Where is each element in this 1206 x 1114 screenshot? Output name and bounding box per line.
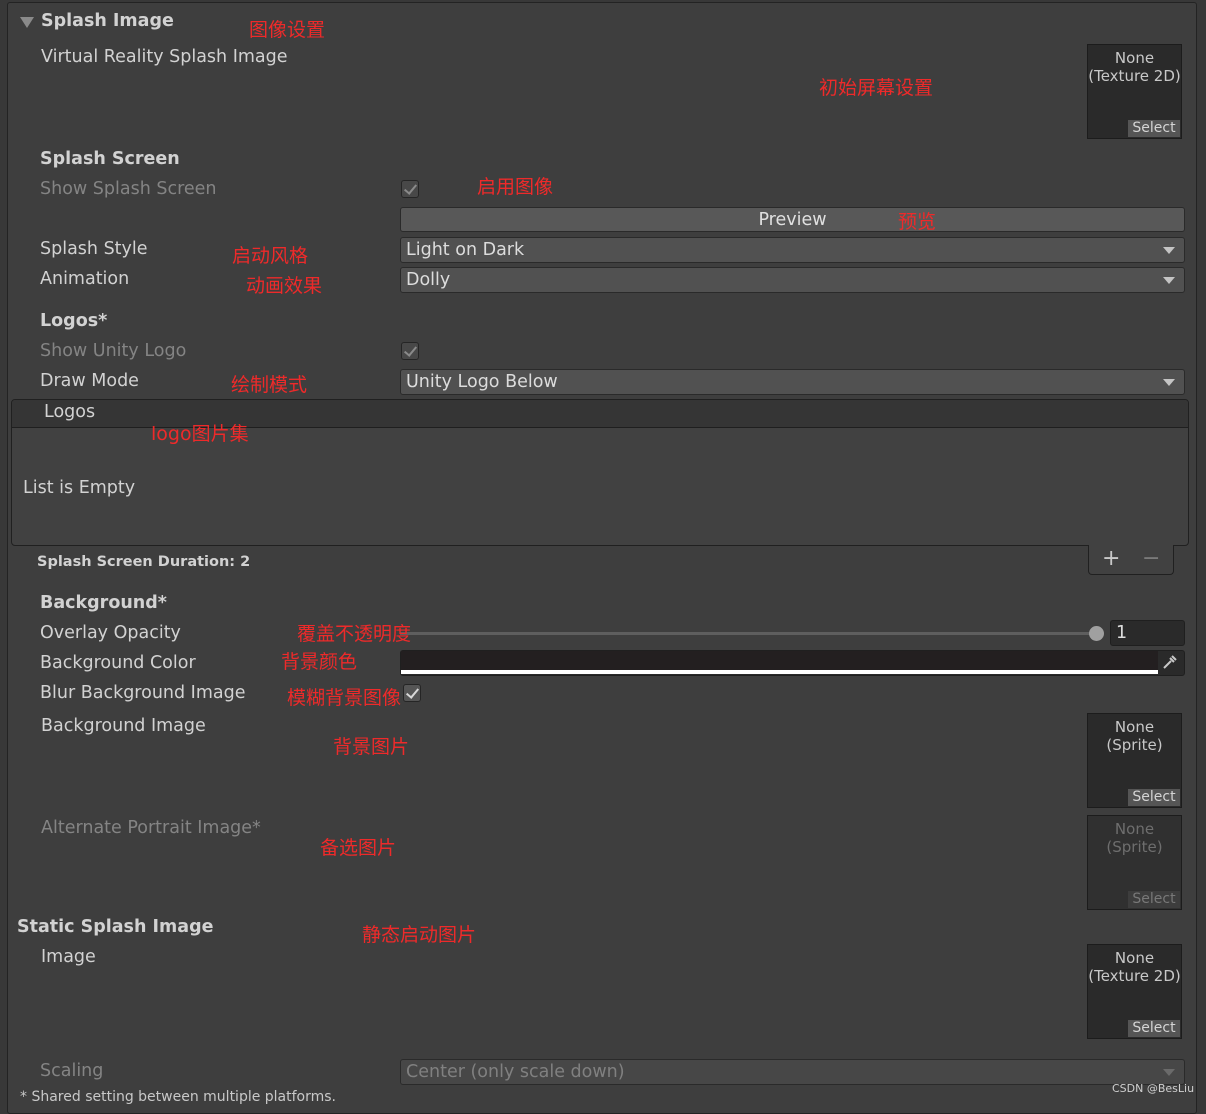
bg-image-select-button[interactable]: Select [1128, 789, 1180, 806]
alpha-bar [401, 670, 1158, 674]
annotation-bg-color: 背景颜色 [281, 651, 358, 673]
static-image-type: (Texture 2D) [1088, 967, 1181, 985]
portrait-select-button[interactable]: Select [1128, 891, 1180, 908]
annotation-bg-image: 背景图片 [333, 736, 410, 758]
annotation-overlay: 覆盖不透明度 [297, 623, 412, 645]
overlay-opacity-slider-thumb[interactable] [1088, 626, 1104, 641]
static-image-value: None [1114, 949, 1155, 967]
annotation-static: 静态启动图片 [362, 924, 477, 946]
static-image-select-button[interactable]: Select [1128, 1020, 1180, 1037]
overlay-opacity-slider-track[interactable] [400, 632, 1096, 635]
splash-style-dropdown[interactable]: Light on Dark [400, 237, 1185, 263]
background-image-field[interactable]: None (Sprite) Select [1087, 713, 1182, 808]
blur-background-checkbox[interactable] [403, 684, 421, 702]
portrait-type: (Sprite) [1106, 838, 1163, 856]
annotation-alt-image: 备选图片 [320, 837, 397, 859]
draw-mode-dropdown[interactable]: Unity Logo Below [400, 369, 1185, 395]
checkmark-icon [403, 343, 418, 357]
annotation-animation: 动画效果 [246, 275, 323, 297]
splash-duration-label: Splash Screen Duration: 2 [37, 554, 251, 570]
dropdown-arrow-icon [1163, 1069, 1175, 1076]
show-splash-screen-checkbox[interactable] [401, 180, 419, 198]
blur-background-label: Blur Background Image [40, 683, 246, 703]
eyedropper-icon[interactable] [1161, 653, 1181, 673]
logos-list-header: Logos [44, 402, 96, 422]
dropdown-arrow-icon [1163, 277, 1175, 284]
vr-splash-image-field[interactable]: None (Texture 2D) Select [1087, 44, 1182, 139]
annotation-enable-image: 启用图像 [477, 176, 554, 198]
animation-label: Animation [40, 269, 130, 289]
add-logo-button[interactable]: + [1102, 546, 1120, 571]
splash-style-label: Splash Style [40, 239, 148, 259]
annotation-draw-mode: 绘制模式 [231, 374, 308, 396]
bg-image-type: (Sprite) [1106, 736, 1163, 754]
scaling-label: Scaling [40, 1061, 104, 1081]
watermark: CSDN @BesLiu [1112, 1082, 1195, 1095]
logos-header: Logos* [40, 311, 108, 331]
vr-field-type: (Texture 2D) [1088, 67, 1181, 85]
draw-mode-label: Draw Mode [40, 371, 139, 391]
scaling-value: Center (only scale down) [406, 1062, 625, 1082]
vr-splash-image-label: Virtual Reality Splash Image [41, 47, 288, 67]
overlay-opacity-label: Overlay Opacity [40, 623, 181, 643]
splash-image-header[interactable]: Splash Image [41, 11, 174, 31]
show-unity-logo-checkbox[interactable] [401, 342, 419, 360]
list-empty-text: List is Empty [23, 478, 136, 498]
remove-logo-button[interactable]: − [1142, 546, 1160, 571]
overlay-opacity-value: 1 [1116, 623, 1128, 643]
annotation-blur: 模糊背景图像 [287, 687, 402, 709]
checkmark-icon [405, 685, 420, 699]
foldout-arrow-icon[interactable] [20, 17, 34, 28]
background-header: Background* [40, 593, 167, 613]
vr-field-select-button[interactable]: Select [1128, 120, 1180, 137]
bg-image-value: None [1114, 718, 1155, 736]
dropdown-arrow-icon [1163, 247, 1175, 254]
vr-field-value: None [1114, 49, 1155, 67]
static-splash-header: Static Splash Image [17, 917, 214, 937]
splash-screen-header: Splash Screen [40, 149, 180, 169]
annotation-style: 启动风格 [232, 245, 309, 267]
annotation-image-settings: 图像设置 [249, 19, 326, 41]
annotation-preview: 预览 [898, 211, 937, 233]
shared-setting-footnote: * Shared setting between multiple platfo… [20, 1089, 337, 1105]
dropdown-arrow-icon [1163, 379, 1175, 386]
background-color-swatch [401, 651, 1158, 670]
background-image-label: Background Image [41, 716, 206, 736]
animation-dropdown[interactable]: Dolly [400, 267, 1185, 293]
background-color-label: Background Color [40, 653, 196, 673]
checkmark-icon [403, 181, 418, 195]
alternate-portrait-field[interactable]: None (Sprite) Select [1087, 815, 1182, 910]
annotation-logo-set: logo图片集 [151, 423, 249, 445]
scaling-dropdown[interactable]: Center (only scale down) [400, 1059, 1185, 1085]
show-unity-logo-label: Show Unity Logo [40, 341, 187, 361]
alternate-portrait-label: Alternate Portrait Image* [41, 818, 261, 838]
overlay-opacity-input[interactable]: 1 [1110, 620, 1185, 646]
preview-button[interactable]: Preview [400, 207, 1185, 232]
list-footer [1088, 545, 1174, 575]
background-color-field[interactable] [400, 650, 1185, 676]
splash-style-value: Light on Dark [406, 240, 525, 260]
show-splash-screen-label: Show Splash Screen [40, 179, 217, 199]
draw-mode-value: Unity Logo Below [406, 372, 558, 392]
static-image-label: Image [41, 947, 96, 967]
annotation-initial-screen: 初始屏幕设置 [819, 77, 934, 99]
portrait-value: None [1114, 820, 1155, 838]
animation-value: Dolly [406, 270, 451, 290]
static-image-field[interactable]: None (Texture 2D) Select [1087, 944, 1182, 1039]
